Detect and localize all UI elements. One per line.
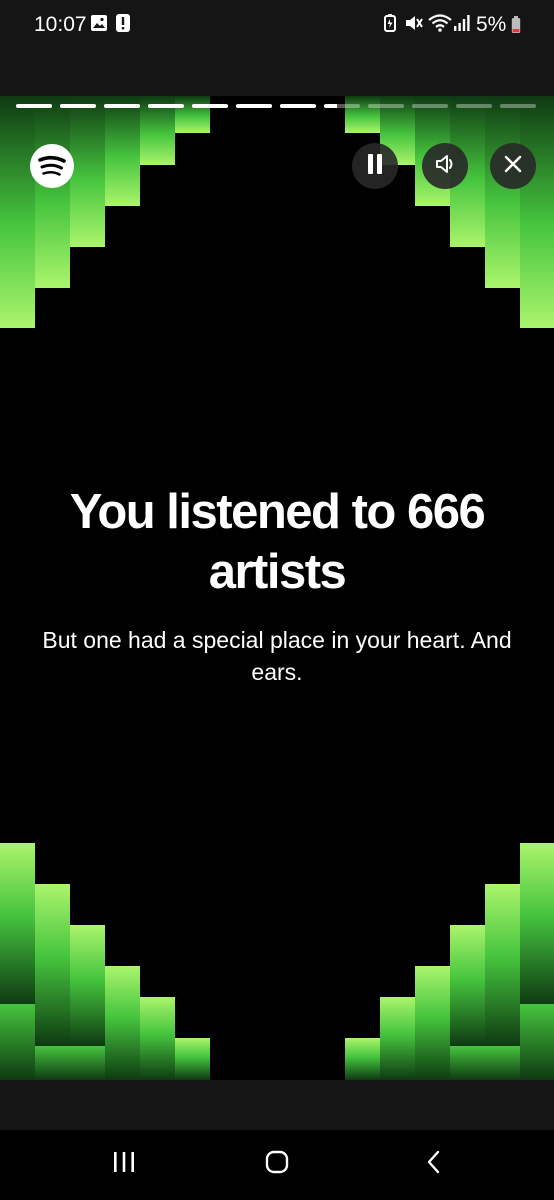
signal-icon xyxy=(454,14,470,37)
pause-icon xyxy=(365,153,385,180)
status-bar: 10:07 5% xyxy=(0,0,554,52)
status-time: 10:07 xyxy=(34,13,87,36)
progress-segment xyxy=(60,104,96,108)
pixel-bar xyxy=(35,884,70,1046)
pixel-bar xyxy=(450,925,485,1046)
pixel-bar xyxy=(415,966,450,1080)
pixel-bar xyxy=(105,96,140,206)
close-button[interactable] xyxy=(490,143,536,189)
progress-segment xyxy=(456,104,492,108)
pixel-bar xyxy=(175,96,210,133)
story-frame-top xyxy=(0,52,554,96)
progress-segment xyxy=(368,104,404,108)
progress-segment xyxy=(192,104,228,108)
story-progress xyxy=(16,104,536,108)
progress-segment xyxy=(16,104,52,108)
pixel-bar xyxy=(345,1038,380,1080)
pixel-bar xyxy=(0,1004,35,1080)
screen: 10:07 5% You listened to 666 artists But… xyxy=(0,0,554,1200)
progress-segment xyxy=(500,104,536,108)
recents-button[interactable] xyxy=(104,1144,144,1184)
pixel-bar xyxy=(35,96,70,288)
close-icon xyxy=(503,154,523,179)
progress-segment xyxy=(104,104,140,108)
recents-icon xyxy=(112,1151,136,1178)
home-button[interactable] xyxy=(257,1144,297,1184)
pixel-bar xyxy=(175,1038,210,1080)
mute-icon xyxy=(404,14,424,37)
battery-low-icon xyxy=(511,16,521,39)
pixel-bar xyxy=(70,96,105,247)
pixel-bar xyxy=(485,1046,520,1080)
story-headline: You listened to 666 artists xyxy=(69,485,486,599)
back-button[interactable] xyxy=(414,1144,454,1184)
battery-percent: 5% xyxy=(476,13,507,36)
wifi-icon xyxy=(428,14,452,37)
pixel-bar xyxy=(0,843,35,1004)
spotify-logo-icon xyxy=(30,144,74,188)
pixel-bar xyxy=(485,884,520,1046)
home-icon xyxy=(265,1150,289,1179)
pixel-bar xyxy=(0,96,35,328)
pixel-bar xyxy=(520,1004,554,1080)
pixel-bar xyxy=(520,843,554,1004)
story-subtext: But one had a special place in your hear… xyxy=(42,627,512,685)
pixel-bar xyxy=(485,96,520,288)
battery-saver-icon xyxy=(384,14,396,37)
progress-segment xyxy=(280,104,316,108)
progress-segment xyxy=(324,104,360,108)
pixel-bar xyxy=(380,997,415,1080)
progress-segment xyxy=(412,104,448,108)
back-icon xyxy=(426,1150,442,1179)
navigation-bar xyxy=(0,1130,554,1200)
pause-button[interactable] xyxy=(352,143,398,189)
sound-icon xyxy=(433,152,457,181)
pixel-bar xyxy=(105,966,140,1080)
pixel-bar xyxy=(520,96,554,328)
pixel-bar xyxy=(70,925,105,1046)
sound-button[interactable] xyxy=(422,143,468,189)
pixel-bar xyxy=(35,1046,70,1080)
image-icon xyxy=(90,14,108,37)
pixel-bar xyxy=(345,96,380,133)
alert-icon xyxy=(116,14,130,37)
pixel-bar xyxy=(140,997,175,1080)
progress-segment xyxy=(148,104,184,108)
pixel-bar xyxy=(450,1046,485,1080)
story-frame-bottom xyxy=(0,1080,554,1130)
progress-segment xyxy=(236,104,272,108)
pixel-bar xyxy=(70,1046,105,1080)
